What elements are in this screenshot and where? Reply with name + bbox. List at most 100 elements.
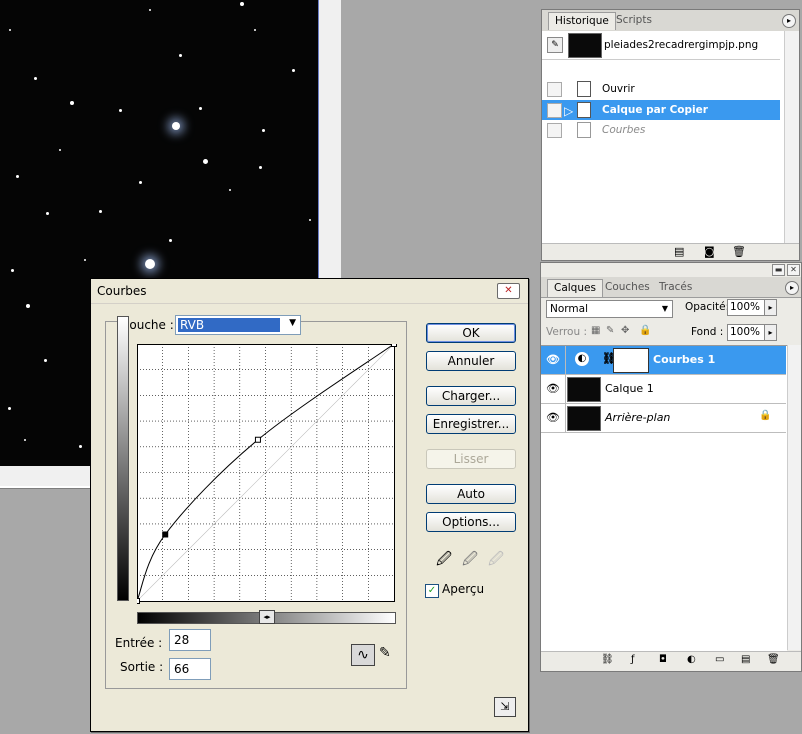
- blend-mode-select[interactable]: Normal ▼: [546, 300, 673, 318]
- star: [9, 29, 11, 31]
- white-eyedropper-icon[interactable]: 🖉: [488, 549, 504, 574]
- lock-label: Verrou :: [546, 326, 588, 338]
- lock-paint-icon[interactable]: ✎: [606, 325, 614, 336]
- smooth-button[interactable]: Lisser: [426, 449, 516, 469]
- tab-couches[interactable]: Couches: [599, 279, 656, 296]
- new-group-icon[interactable]: ▭: [715, 654, 724, 665]
- panel-menu-icon[interactable]: ▸: [782, 14, 796, 28]
- star: [145, 259, 155, 269]
- star: [229, 189, 231, 191]
- layer-row[interactable]: 👁 Calque 1: [541, 375, 786, 404]
- layer-thumbnail: [567, 406, 601, 431]
- brush-source-icon[interactable]: ✎: [547, 37, 563, 53]
- output-label: Sortie :: [120, 660, 164, 674]
- star: [172, 122, 180, 130]
- curve-control-point[interactable]: [162, 531, 169, 538]
- adjustment-layer-icon[interactable]: ◐: [687, 654, 696, 665]
- expand-view-icon[interactable]: ⇲: [494, 697, 516, 717]
- layer-name[interactable]: Arrière-plan: [605, 411, 670, 424]
- star: [261, 128, 265, 132]
- history-step[interactable]: Ouvrir: [542, 79, 780, 99]
- curve-control-point[interactable]: [137, 598, 140, 604]
- fill-slider-arrow-icon[interactable]: ▸: [764, 324, 777, 341]
- history-step-label: Courbes: [602, 124, 646, 136]
- history-step-undone[interactable]: Courbes: [542, 120, 780, 140]
- star: [24, 439, 26, 441]
- close-icon[interactable]: ✕: [497, 283, 520, 299]
- curve-control-point[interactable]: [391, 344, 397, 347]
- lock-all-icon[interactable]: 🔒: [639, 325, 651, 336]
- layer-style-icon[interactable]: ƒ: [631, 654, 635, 665]
- auto-button[interactable]: Auto: [426, 484, 516, 504]
- history-scrollbar[interactable]: [784, 31, 799, 243]
- layers-scrollbar[interactable]: [787, 345, 801, 650]
- history-step-label: Calque par Copier: [602, 104, 708, 116]
- pencil-icon[interactable]: ✎: [379, 645, 391, 661]
- options-button[interactable]: Options...: [426, 512, 516, 532]
- layer-row-selected[interactable]: 👁 ◐ ⛓ Courbes 1: [541, 346, 786, 375]
- cancel-button[interactable]: Annuler: [426, 351, 516, 371]
- preview-label: Aperçu: [442, 582, 485, 596]
- preview-checkbox[interactable]: ✓: [425, 584, 439, 598]
- dialog-titlebar[interactable]: Courbes ✕: [91, 279, 528, 304]
- save-button[interactable]: Enregistrer...: [426, 414, 516, 434]
- tab-scripts[interactable]: Scripts: [610, 12, 658, 29]
- star: [309, 219, 311, 221]
- opacity-field[interactable]: 100%: [727, 299, 765, 316]
- layer-mask-icon[interactable]: ◘: [659, 654, 667, 665]
- close-icon[interactable]: ✕: [787, 264, 800, 276]
- load-button[interactable]: Charger...: [426, 386, 516, 406]
- ok-button[interactable]: OK: [426, 323, 516, 343]
- star: [138, 180, 142, 184]
- star: [198, 106, 202, 110]
- layers-list: 👁 ◐ ⛓ Courbes 1 👁 Calque 1 👁 Arrière-pla…: [541, 345, 787, 651]
- trash-icon[interactable]: 🗑: [732, 245, 746, 258]
- tab-calques[interactable]: Calques: [547, 279, 603, 297]
- star: [7, 406, 11, 410]
- tab-historique[interactable]: Historique: [548, 12, 616, 30]
- new-document-icon[interactable]: ▤: [674, 245, 684, 258]
- curve-graph[interactable]: [137, 344, 397, 604]
- dialog-title: Courbes: [97, 284, 147, 298]
- opacity-slider-arrow-icon[interactable]: ▸: [764, 299, 777, 316]
- input-label: Entrée :: [115, 636, 163, 650]
- gradient-toggle-icon[interactable]: ◂▸: [259, 610, 275, 624]
- minimize-icon[interactable]: ▬: [772, 264, 785, 276]
- curve-tool-icon[interactable]: ∿: [351, 644, 375, 666]
- brush-source-box[interactable]: [547, 103, 562, 118]
- history-state-slider-icon[interactable]: ▷: [564, 101, 573, 121]
- gray-eyedropper-icon[interactable]: 🖉: [462, 549, 478, 574]
- layer-name[interactable]: Courbes 1: [653, 353, 715, 366]
- output-field[interactable]: 66: [169, 658, 211, 680]
- eye-icon[interactable]: 👁: [546, 382, 560, 396]
- lock-transparent-icon[interactable]: ▦: [591, 325, 600, 336]
- brush-source-box[interactable]: [547, 82, 562, 97]
- history-panel: Historique Scripts ▸ ✎ pleiades2recadrer…: [541, 9, 800, 261]
- tab-traces[interactable]: Tracés: [653, 279, 698, 296]
- star: [43, 358, 47, 362]
- layer-row[interactable]: 👁 Arrière-plan 🔒: [541, 404, 786, 433]
- layer-mask-thumbnail[interactable]: [613, 348, 649, 373]
- layer-name[interactable]: Calque 1: [605, 382, 654, 395]
- curve-control-point[interactable]: [254, 436, 261, 443]
- brush-source-box[interactable]: [547, 123, 562, 138]
- lock-position-icon[interactable]: ✥: [621, 325, 629, 336]
- blend-mode-value: Normal: [550, 303, 588, 315]
- eye-icon[interactable]: 👁: [546, 353, 560, 367]
- link-layers-icon[interactable]: ⛓: [601, 654, 614, 665]
- chevron-down-icon: ▼: [661, 304, 668, 313]
- new-layer-icon[interactable]: ▤: [741, 654, 750, 665]
- new-snapshot-icon[interactable]: ◙: [704, 245, 715, 258]
- history-step-selected[interactable]: ▷ Calque par Copier: [542, 100, 780, 120]
- fill-field[interactable]: 100%: [727, 324, 765, 341]
- star: [98, 209, 102, 213]
- eye-icon[interactable]: 👁: [546, 411, 560, 425]
- black-eyedropper-icon[interactable]: 🖉: [436, 549, 452, 574]
- star: [33, 76, 37, 80]
- input-field[interactable]: 28: [169, 629, 211, 651]
- channel-select[interactable]: RVB ▼: [175, 315, 301, 335]
- snapshot-name: pleiades2recadrergimpjp.png: [604, 39, 759, 51]
- history-snapshot[interactable]: ✎ pleiades2recadrergimpjp.png: [542, 31, 780, 60]
- trash-icon[interactable]: 🗑: [767, 654, 780, 665]
- panel-menu-icon[interactable]: ▸: [785, 281, 799, 295]
